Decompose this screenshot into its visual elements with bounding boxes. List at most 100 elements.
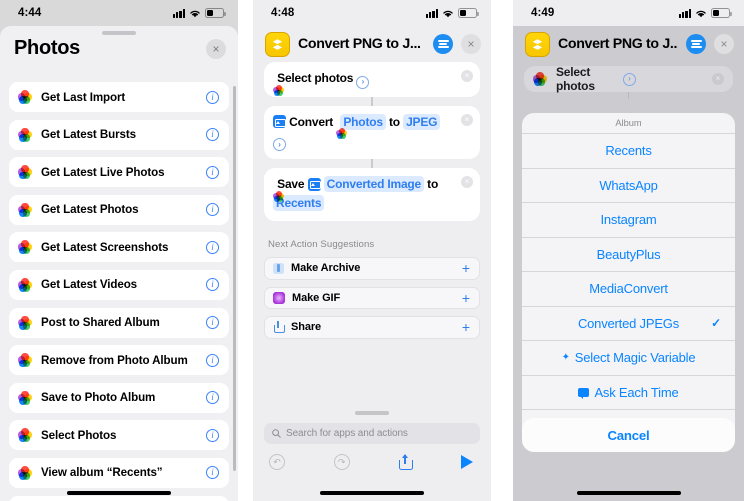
photos-action-row[interactable]: View recent photosi xyxy=(9,495,229,501)
close-button[interactable]: × xyxy=(206,38,226,59)
info-icon[interactable]: i xyxy=(206,165,219,179)
cancel-button[interactable]: Cancel xyxy=(522,418,735,452)
home-indicator xyxy=(320,490,424,495)
home-indicator xyxy=(67,490,171,495)
battery-icon xyxy=(711,8,732,18)
photos-app-icon xyxy=(17,240,32,255)
album-option-row[interactable]: Instagram xyxy=(522,203,735,238)
suggestions-title: Next Action Suggestions xyxy=(268,239,375,250)
photos-action-row[interactable]: View album “Recents” i xyxy=(9,457,229,488)
photos-app-icon xyxy=(17,90,32,104)
shortcut-settings-button[interactable] xyxy=(433,34,453,54)
photos-action-row[interactable]: Get Last Import i xyxy=(9,82,229,112)
close-button[interactable]: × xyxy=(461,34,481,54)
sheet-header: Photos × xyxy=(0,35,238,67)
photos-action-label: Get Latest Live Photos xyxy=(41,165,165,179)
album-option-row[interactable]: MediaConvert xyxy=(522,272,735,307)
action-label: Select photos xyxy=(556,65,595,93)
photos-action-row[interactable]: Get Latest Live Photos i xyxy=(9,157,229,188)
action-card-select-photos[interactable]: Select photos › × xyxy=(264,62,480,97)
delete-action-button[interactable]: × xyxy=(712,73,724,85)
search-input[interactable]: Search for apps and actions xyxy=(264,423,480,444)
info-icon[interactable]: i xyxy=(206,353,219,367)
info-icon[interactable]: i xyxy=(206,90,219,104)
action-connector xyxy=(371,159,373,168)
info-icon[interactable]: i xyxy=(206,203,219,217)
photos-app-icon xyxy=(17,428,32,443)
search-icon xyxy=(272,429,281,438)
undo-icon[interactable]: ↶ xyxy=(269,454,285,470)
chevron-right-circle-icon[interactable]: › xyxy=(356,75,370,89)
phone-screen-shortcut-editor: 4:48 Convert PNG to J... × Select photos… xyxy=(253,0,491,501)
add-action-button[interactable]: + xyxy=(462,291,470,305)
album-option-row[interactable]: Ask Each Time xyxy=(522,376,735,410)
shortcuts-layers-icon xyxy=(525,31,550,57)
photos-action-row[interactable]: Get Latest Bursts i xyxy=(9,119,229,150)
magic-wand-icon: ✦ xyxy=(561,352,570,364)
chevron-right-circle-icon[interactable]: › xyxy=(623,72,636,86)
photos-action-row[interactable]: Remove from Photo Album i xyxy=(9,345,229,376)
photos-action-label: Save to Photo Album xyxy=(41,391,156,405)
photos-app-icon xyxy=(17,353,32,368)
phone-screen-album-picker: 4:49 Convert PNG to J... × Select photos… xyxy=(513,0,744,501)
delete-action-button[interactable]: × xyxy=(461,70,473,82)
action-parameter-token[interactable]: Photos xyxy=(340,113,386,130)
panel-gap-2 xyxy=(491,0,513,501)
photos-action-row[interactable]: Get Latest Photos i xyxy=(9,194,229,225)
action-connector xyxy=(371,96,373,106)
photos-action-row[interactable]: Post to Shared Album i xyxy=(9,307,229,338)
photos-action-label: Get Last Import xyxy=(41,90,126,104)
action-card-select-photos[interactable]: Select photos › × xyxy=(524,65,733,93)
album-option-row[interactable]: Converted JPEGs ✓ xyxy=(522,307,735,341)
album-option-label: MediaConvert xyxy=(589,281,668,297)
shortcut-settings-button[interactable] xyxy=(686,34,706,54)
action-card-save-to-album[interactable]: Save Converted Image to Recents × xyxy=(264,168,480,221)
add-action-button[interactable]: + xyxy=(462,261,470,275)
info-icon[interactable]: i xyxy=(206,391,219,405)
suggestion-label: Share xyxy=(291,321,322,334)
info-icon[interactable]: i xyxy=(206,278,219,292)
info-icon[interactable]: i xyxy=(206,128,219,142)
scrollbar[interactable] xyxy=(232,86,236,471)
suggestion-row[interactable]: Share + xyxy=(264,316,480,339)
album-option-row[interactable]: ✦ Select Magic Variable xyxy=(522,341,735,376)
redo-icon[interactable]: ↷ xyxy=(333,454,350,470)
delete-action-button[interactable]: × xyxy=(461,176,473,188)
status-bar: 4:44 xyxy=(0,0,238,26)
close-icon: × xyxy=(464,114,470,124)
close-button[interactable]: × xyxy=(714,34,734,54)
chevron-right-circle-icon[interactable]: › xyxy=(273,138,286,151)
album-option-row[interactable]: WhatsApp xyxy=(522,169,735,203)
photos-actions-list[interactable]: Get Last Import i Get Latest Bursts i Get La… xyxy=(0,82,238,501)
share-icon[interactable] xyxy=(398,454,414,470)
play-icon[interactable] xyxy=(460,455,473,469)
photos-action-row[interactable]: Select Photos i xyxy=(9,420,229,451)
suggestion-row[interactable]: Make GIF + xyxy=(264,286,480,309)
info-icon[interactable]: i xyxy=(206,466,219,480)
album-option-row[interactable]: BeautyPlus xyxy=(522,238,735,272)
photos-action-row[interactable]: Get Latest Videos i xyxy=(9,269,229,300)
battery-icon xyxy=(458,8,479,18)
action-parameter-token[interactable]: Converted Image xyxy=(323,176,425,192)
album-option-row[interactable]: Recents xyxy=(522,134,735,169)
action-parameter-token[interactable]: JPEG xyxy=(403,113,441,130)
photos-action-sheet: Photos × Get Last Import i Get Latest Burs… xyxy=(0,26,238,501)
photos-action-row[interactable]: Save to Photo Album i xyxy=(9,382,229,413)
shortcuts-layers-icon xyxy=(265,31,290,57)
photos-action-row[interactable]: Get Latest Screenshots i xyxy=(9,232,229,263)
info-icon[interactable]: i xyxy=(206,240,219,254)
add-action-button[interactable]: + xyxy=(462,320,470,334)
delete-action-button[interactable]: × xyxy=(461,113,473,126)
status-indicators xyxy=(425,8,479,18)
album-options-list: Recents WhatsApp Instagram BeautyPlus MediaC… xyxy=(522,134,735,445)
info-icon[interactable]: i xyxy=(206,316,219,330)
drawer-grabber[interactable] xyxy=(355,411,389,415)
action-text: Select photos › xyxy=(272,69,471,96)
suggestion-row[interactable]: Make Archive + xyxy=(264,257,480,280)
info-icon[interactable]: i xyxy=(206,428,219,442)
wifi-icon xyxy=(695,9,707,18)
photos-action-label: Get Latest Photos xyxy=(41,203,139,217)
photos-app-icon xyxy=(17,315,32,330)
action-card-convert-image[interactable]: Convert Photos to JPEG › × xyxy=(264,105,480,159)
ask-bubble-icon xyxy=(578,387,590,400)
